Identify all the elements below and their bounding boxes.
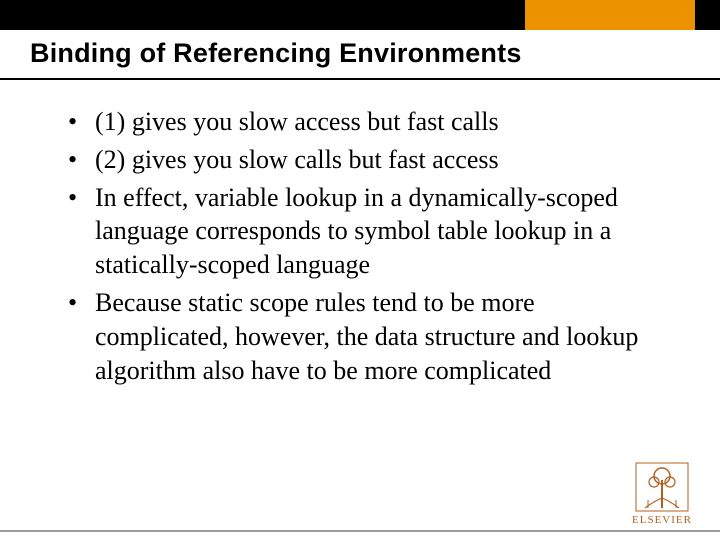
publisher-name: ELSEVIER bbox=[622, 514, 702, 526]
footer-rule bbox=[0, 530, 720, 532]
bullet-text: (2) gives you slow calls but fast access bbox=[95, 145, 499, 174]
bullet-text: (1) gives you slow access but fast calls bbox=[95, 107, 499, 136]
slide-title: Binding of Referencing Environments bbox=[30, 38, 522, 69]
bullet-item: (2) gives you slow calls but fast access bbox=[60, 143, 670, 177]
publisher-logo: ELSEVIER bbox=[622, 462, 702, 526]
bullet-item: (1) gives you slow access but fast calls bbox=[60, 105, 670, 139]
bullet-text: In effect, variable lookup in a dynamica… bbox=[95, 183, 618, 280]
slide: Binding of Referencing Environments (1) … bbox=[0, 0, 720, 540]
slide-content: (1) gives you slow access but fast calls… bbox=[60, 105, 670, 391]
bullet-list: (1) gives you slow access but fast calls… bbox=[60, 105, 670, 387]
header-bar-orange bbox=[525, 0, 695, 30]
bullet-text: Because static scope rules tend to be mo… bbox=[95, 288, 638, 385]
elsevier-tree-icon bbox=[635, 462, 689, 512]
bullet-item: In effect, variable lookup in a dynamica… bbox=[60, 181, 670, 282]
bullet-item: Because static scope rules tend to be mo… bbox=[60, 286, 670, 387]
